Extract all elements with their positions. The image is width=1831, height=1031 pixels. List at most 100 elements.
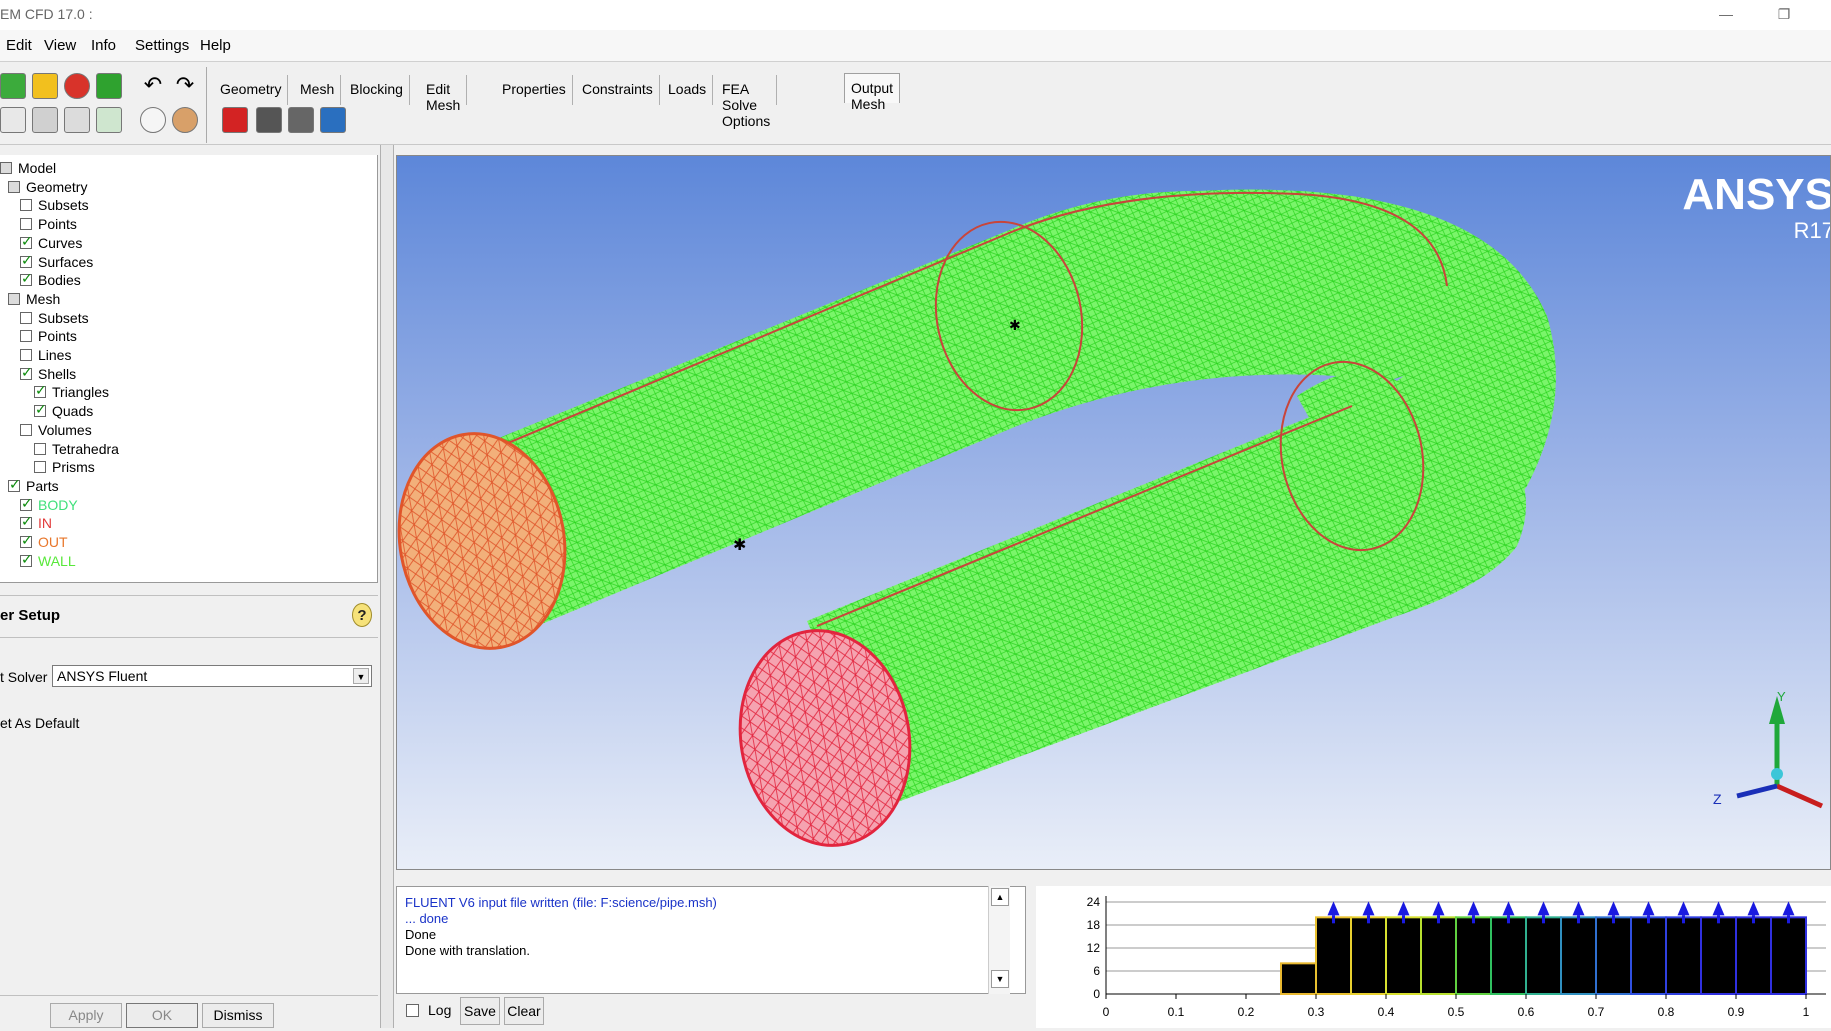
tree-checkbox[interactable]	[20, 199, 32, 212]
message-scrollbar[interactable]: ▲ ▼	[988, 886, 1010, 994]
tree-checkbox[interactable]	[8, 180, 20, 193]
tree-checkbox[interactable]	[20, 423, 32, 436]
panel-buttons: Apply OK Dismiss	[0, 1003, 380, 1028]
x-tick-label: 0.3	[1308, 1005, 1325, 1019]
undo-icon[interactable]: ↶	[140, 73, 166, 99]
model-tree: ModelGeometrySubsetsPointsCurvesSurfaces…	[0, 155, 378, 583]
y-tick-label: 24	[1087, 895, 1101, 909]
measure-icon[interactable]	[32, 107, 58, 133]
solver-value: ANSYS Fluent	[57, 668, 148, 684]
tree-checkbox[interactable]	[34, 382, 47, 399]
refresh-icon[interactable]	[0, 73, 26, 99]
tree-checkbox[interactable]	[20, 513, 33, 530]
save-button[interactable]: Save	[460, 997, 500, 1025]
zoom-icon[interactable]	[0, 107, 26, 133]
lightning-icon[interactable]	[32, 73, 58, 99]
tree-checkbox[interactable]	[20, 349, 32, 361]
x-tick-label: 0	[1103, 1005, 1110, 1019]
chevron-down-icon[interactable]: ▼	[353, 668, 369, 684]
bar-marker-icon	[1467, 901, 1480, 916]
window-title: EM CFD 17.0 :	[0, 6, 93, 22]
tree-node-label: Subsets	[38, 309, 89, 326]
left-panel: ModelGeometrySubsetsPointsCurvesSurfaces…	[0, 155, 380, 1028]
write-input-icon[interactable]	[320, 107, 346, 133]
help-icon[interactable]: ?	[352, 603, 372, 627]
tree-checkbox[interactable]	[20, 495, 33, 512]
log-checkbox[interactable]	[406, 1004, 419, 1017]
set-as-default-label[interactable]: et As Default	[0, 715, 79, 731]
tab-constraints[interactable]: Constraints	[576, 75, 660, 105]
menu-settings[interactable]: Settings	[135, 37, 189, 54]
histogram-chart[interactable]: 24 18 12 6 00 0.1 0.2 0.3 0.4 0.5 0.6 0.7 0.8 0.9 1	[1036, 886, 1831, 1028]
x-tick-label: 0.4	[1378, 1005, 1395, 1019]
histogram-bar	[1735, 916, 1772, 995]
tab-properties[interactable]: Properties	[496, 75, 573, 105]
tree-checkbox[interactable]	[34, 442, 46, 455]
x-tick-label: 0.6	[1518, 1005, 1535, 1019]
tree-node-label: Curves	[38, 234, 83, 251]
view-fit-icon[interactable]	[96, 107, 122, 133]
y-tick-label: 0	[1093, 987, 1100, 1001]
graphics-viewport[interactable]: ✱ ✱ Y Z ANSYS R17	[396, 155, 1831, 870]
tab-blocking[interactable]: Blocking	[344, 75, 410, 105]
display-icon[interactable]	[96, 73, 122, 99]
tree-checkbox[interactable]	[0, 162, 12, 174]
tree-checkbox[interactable]	[20, 218, 32, 231]
ok-button[interactable]: OK	[126, 1003, 198, 1028]
tree-checkbox[interactable]	[20, 233, 33, 250]
log-label: Log	[428, 1002, 452, 1018]
bar-marker-icon	[1537, 901, 1550, 916]
sphere-icon[interactable]	[172, 107, 198, 133]
tree-checkbox[interactable]	[20, 551, 33, 568]
tree-checkbox[interactable]	[20, 330, 32, 343]
tree-checkbox[interactable]	[8, 476, 21, 493]
params-icon[interactable]	[288, 107, 314, 133]
histogram-bar	[1490, 916, 1527, 995]
solver-icon[interactable]	[222, 107, 248, 133]
message-line: ... done	[405, 911, 449, 926]
axis-z-label: Z	[1713, 791, 1722, 807]
tree-node-label: Model	[18, 160, 57, 176]
histogram-bar	[1385, 916, 1422, 995]
tree-checkbox[interactable]	[20, 270, 33, 287]
tree-node-label: Volumes	[38, 421, 92, 438]
scroll-down-icon[interactable]: ▼	[991, 970, 1009, 988]
tree-node-label: Shells	[38, 365, 77, 382]
tree-checkbox[interactable]	[20, 311, 32, 324]
scroll-up-icon[interactable]: ▲	[991, 888, 1009, 906]
minimize-button[interactable]: —	[1706, 2, 1746, 26]
tab-fea-solve-options[interactable]: FEA Solve Options	[716, 75, 778, 129]
apply-button[interactable]: Apply	[50, 1003, 122, 1028]
tab-loads[interactable]: Loads	[662, 75, 714, 105]
menu-help[interactable]: Help	[200, 37, 231, 54]
dismiss-button[interactable]: Dismiss	[202, 1003, 274, 1028]
tab-edit-mesh[interactable]: Edit Mesh	[420, 75, 468, 113]
menu-edit[interactable]: Edit	[6, 37, 32, 54]
tab-mesh[interactable]: Mesh	[294, 75, 342, 105]
tab-output-mesh[interactable]: Output Mesh	[844, 73, 901, 112]
globe-icon[interactable]	[140, 107, 166, 133]
ansys-logo: ANSYS	[1682, 170, 1831, 219]
boundary-icon[interactable]	[256, 107, 282, 133]
tree-checkbox[interactable]	[20, 532, 33, 549]
menu-view[interactable]: View	[44, 37, 76, 54]
record-icon[interactable]	[64, 73, 90, 99]
divider	[0, 595, 378, 596]
x-tick-label: 0.7	[1588, 1005, 1605, 1019]
tree-checkbox[interactable]	[20, 252, 33, 269]
tab-geometry[interactable]: Geometry	[214, 75, 289, 105]
coordinate-icon[interactable]	[64, 107, 90, 133]
tree-checkbox[interactable]	[20, 364, 33, 381]
menu-info[interactable]: Info	[91, 37, 116, 54]
tree-checkbox[interactable]	[34, 401, 47, 418]
clear-button[interactable]: Clear	[504, 997, 544, 1025]
message-window[interactable]: FLUENT V6 input file written (file: F:sc…	[396, 886, 1026, 994]
restore-button[interactable]: ❐	[1764, 2, 1804, 26]
solver-select[interactable]: ANSYS Fluent ▼	[52, 665, 372, 687]
tree-node-label: Parts	[26, 477, 59, 494]
redo-icon[interactable]: ↷	[172, 73, 198, 99]
tree-node-label: Bodies	[38, 272, 81, 289]
tree-checkbox[interactable]	[8, 292, 20, 305]
tree-checkbox[interactable]	[34, 461, 46, 474]
panel-splitter[interactable]	[380, 145, 394, 1028]
